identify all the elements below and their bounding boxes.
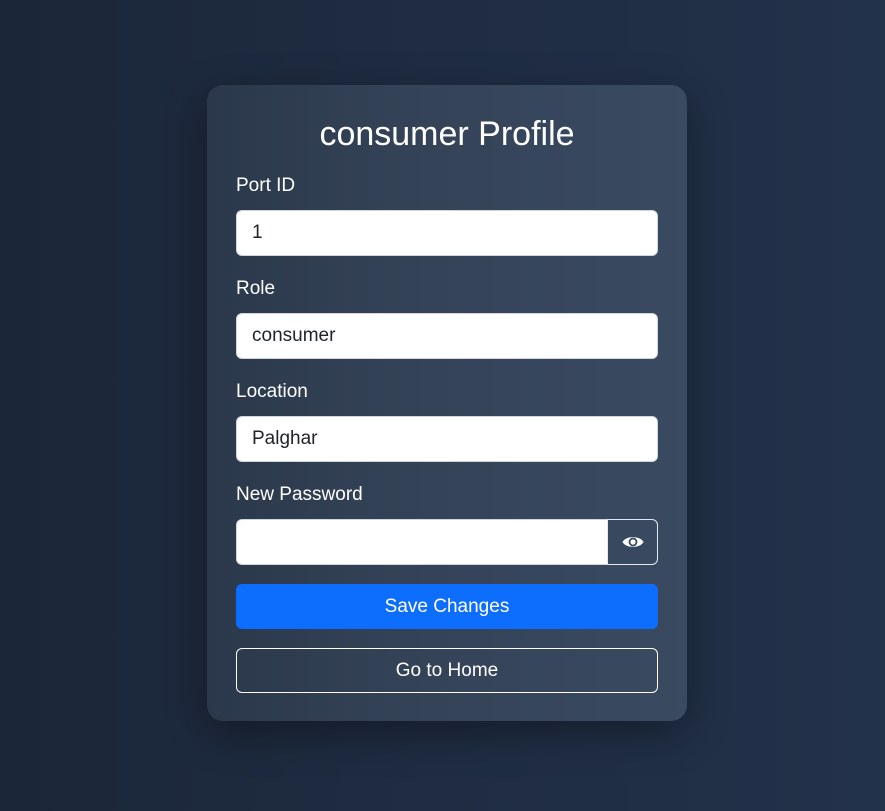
role-input[interactable] — [236, 313, 658, 359]
role-group: Role — [236, 278, 658, 359]
save-changes-button[interactable]: Save Changes — [236, 584, 658, 629]
role-label: Role — [236, 278, 276, 299]
new-password-label: New Password — [236, 484, 363, 505]
new-password-group: New Password — [236, 484, 658, 565]
eye-icon — [621, 533, 645, 551]
new-password-input[interactable] — [236, 519, 607, 565]
port-id-input[interactable] — [236, 210, 658, 256]
location-input[interactable] — [236, 416, 658, 462]
go-home-button[interactable]: Go to Home — [236, 648, 658, 693]
location-label: Location — [236, 381, 308, 402]
port-id-group: Port ID — [236, 175, 658, 256]
page-title: consumer Profile — [319, 115, 575, 153]
password-row — [236, 519, 658, 565]
profile-card: consumer Profile Port ID Role Location N… — [207, 85, 687, 721]
port-id-label: Port ID — [236, 175, 296, 196]
toggle-password-button[interactable] — [607, 519, 658, 565]
location-group: Location — [236, 381, 658, 462]
